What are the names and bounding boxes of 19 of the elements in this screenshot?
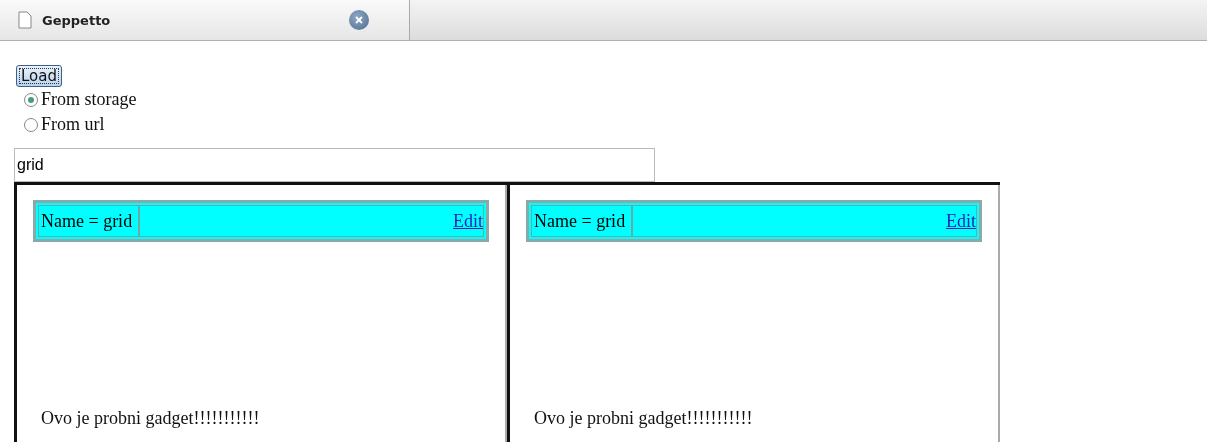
radio-icon[interactable] [24,92,38,107]
edit-link[interactable]: Edit [453,210,483,232]
radio-label: From url [41,114,105,135]
tab[interactable]: Geppetto [0,0,410,40]
edit-link[interactable]: Edit [946,210,976,232]
radio-icon[interactable] [24,117,38,132]
gadget-text: Ovo je probni gadget!!!!!!!!!!! [533,408,754,429]
load-button[interactable]: Load [16,65,62,87]
radio-option[interactable]: From url [24,112,1193,137]
close-button[interactable] [349,10,369,30]
gadget-name: Name = grid [38,205,140,237]
gadget-name: Name = grid [531,205,633,237]
close-icon [355,16,363,24]
document-icon [18,11,32,29]
name-field[interactable]: grid [14,148,655,182]
gadget-text: Ovo je probni gadget!!!!!!!!!!! [40,408,261,429]
radio-label: From storage [41,89,137,110]
tab-title: Geppetto [42,12,112,28]
radio-option[interactable]: From storage [24,87,1193,112]
